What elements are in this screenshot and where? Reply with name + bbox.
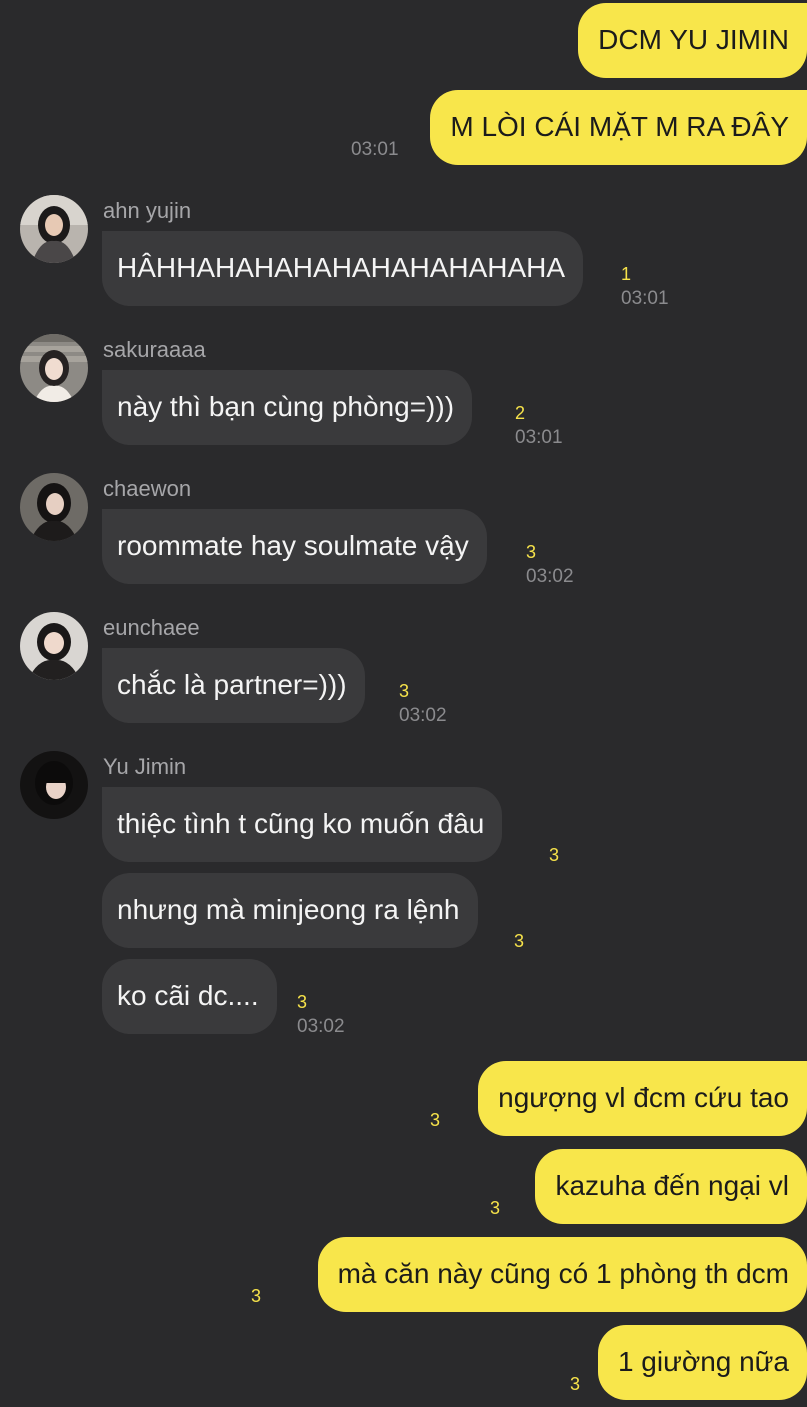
avatar[interactable]	[20, 334, 88, 402]
unread-count: 3	[526, 542, 537, 562]
my-message-bubble[interactable]: M LÒI CÁI MẶT M RA ĐÂY	[430, 90, 807, 165]
avatar[interactable]	[20, 751, 88, 819]
message-time: 03:01	[351, 139, 399, 160]
message-text: roommate hay soulmate vậy	[117, 530, 469, 561]
avatar-image	[20, 751, 88, 819]
message-text: này thì bạn cùng phòng=)))	[117, 391, 455, 422]
incoming-message-bubble[interactable]: nhưng mà minjeong ra lệnh	[102, 873, 478, 948]
message-text: DCM YU JIMIN	[598, 24, 789, 55]
unread-count: 3	[297, 992, 308, 1012]
incoming-message-bubble[interactable]: này thì bạn cùng phòng=)))	[102, 370, 473, 445]
my-message-bubble[interactable]: 1 giường nữa	[597, 1325, 807, 1400]
sender-name: chaewon	[103, 476, 192, 501]
message-time: 03:01	[515, 427, 563, 448]
unread-count: 3	[251, 1286, 262, 1306]
unread-count: 3	[514, 931, 525, 951]
message-text: ko cãi dc....	[117, 980, 259, 1011]
unread-count: 3	[430, 1110, 441, 1130]
unread-count: 3	[399, 681, 410, 701]
avatar-image	[20, 473, 88, 541]
message-text: HÂHHAHAHAHAHAHAHAHAHAHA	[117, 252, 566, 283]
avatar[interactable]	[20, 612, 88, 680]
unread-count: 3	[490, 1198, 501, 1218]
unread-count: 1	[621, 264, 632, 284]
message-text: M LÒI CÁI MẶT M RA ĐÂY	[450, 111, 789, 142]
unread-count: 3	[549, 845, 560, 865]
sender-name: eunchaee	[103, 615, 200, 640]
message-time: 03:02	[526, 566, 574, 587]
my-message-bubble[interactable]: ngượng vl đcm cứu tao	[478, 1061, 807, 1136]
avatar[interactable]	[20, 473, 88, 541]
unread-count: 3	[570, 1374, 581, 1394]
avatar[interactable]	[20, 195, 88, 263]
message-text: thiệc tình t cũng ko muốn đâu	[117, 808, 485, 839]
incoming-message-bubble[interactable]: HÂHHAHAHAHAHAHAHAHAHAHA	[102, 231, 584, 306]
message-text: nhưng mà minjeong ra lệnh	[117, 894, 460, 925]
message-text: 1 giường nữa	[617, 1346, 789, 1377]
sender-name: ahn yujin	[103, 198, 192, 223]
incoming-message-bubble[interactable]: chắc là partner=)))	[102, 648, 365, 723]
message-time: 03:02	[399, 705, 447, 726]
avatar-image	[20, 612, 88, 680]
message-time: 03:02	[297, 1016, 345, 1037]
incoming-message-bubble[interactable]: thiệc tình t cũng ko muốn đâu	[102, 787, 503, 862]
message-text: ngượng vl đcm cứu tao	[498, 1082, 789, 1113]
sender-name: sakuraaaa	[103, 337, 206, 362]
my-message-bubble[interactable]: DCM YU JIMIN	[578, 3, 807, 78]
incoming-message-bubble[interactable]: roommate hay soulmate vậy	[102, 509, 487, 584]
avatar-image	[20, 195, 88, 263]
sender-name: Yu Jimin	[103, 754, 187, 779]
avatar-image	[20, 334, 88, 402]
my-message-bubble[interactable]: kazuha đến ngại vl	[535, 1149, 807, 1224]
message-text: mà căn này cũng có 1 phòng th dcm	[337, 1258, 789, 1289]
message-text: kazuha đến ngại vl	[555, 1170, 789, 1201]
my-message-bubble[interactable]: mà căn này cũng có 1 phòng th dcm	[317, 1237, 807, 1312]
message-text: chắc là partner=)))	[117, 669, 347, 700]
message-time: 03:01	[621, 288, 669, 309]
unread-count: 2	[515, 403, 526, 423]
incoming-message-bubble[interactable]: ko cãi dc....	[102, 959, 277, 1034]
